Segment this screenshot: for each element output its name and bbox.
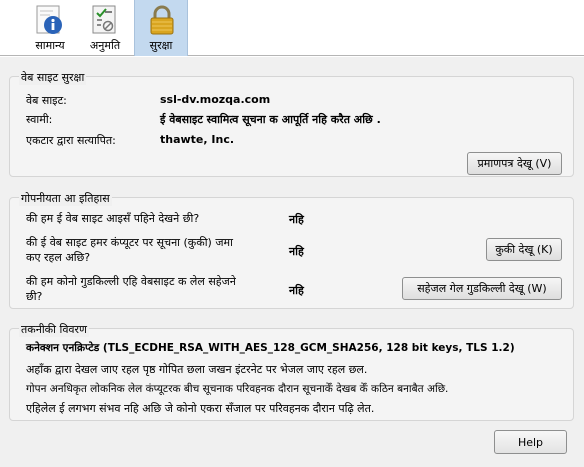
connection-info: कनेक्शन एनक्रिप्टेड (TLS_ECDHE_RSA_WITH_… [26,342,515,354]
view-saved-passwords-button[interactable]: सहेजल गेल गुडकिल्ली देखू (W) [402,277,562,300]
tab-general-label: सामान्य [35,39,65,52]
verifier-label: एकटार द्वारा सत्यापित: [26,134,116,147]
website-identity-group: वेब साइट सुरक्षा वेब साइट: ssl-dv.mozqa.… [9,70,574,177]
cookies-answer: नहि [289,245,304,258]
privacy-history-title: गोपनीयता आ इतिहास [19,191,112,206]
permissions-icon [92,5,116,34]
lock-icon [150,5,174,35]
passwords-question-line1: की हम कोनो गुडकिल्ली एहि वेबसाइट क लेल स… [26,275,236,288]
tab-permissions[interactable]: अनुमति [78,0,132,56]
toolbar: सामान्य अनुमति सुरक्षा [0,0,584,56]
website-identity-title: वेब साइट सुरक्षा [19,70,87,85]
verifier-value: thawte, Inc. [160,133,235,146]
tab-security[interactable]: सुरक्षा [134,0,188,56]
cookies-question-line2: कए रहल अछि? [26,251,91,264]
info-icon [36,5,62,34]
visited-question: की हम ई वेब साइट आइसँ पहिने देखने छी? [26,212,200,225]
view-certificate-button[interactable]: प्रमाणपत्र देखू (V) [467,152,562,175]
tech-detail-line3: एहिलेल ई लगभग संभव नहि अछि जे कोनो एकरा … [26,402,375,415]
owner-value: ई वेबसाइट स्वामित्व सूचना क आपूर्ति नहि … [160,113,381,126]
website-label: वेब साइट: [26,94,67,107]
tab-general[interactable]: सामान्य [23,0,77,56]
owner-label: स्वामी: [26,113,53,126]
website-value: ssl-dv.mozqa.com [160,93,271,106]
tab-permissions-label: अनुमति [89,39,121,52]
cookies-question-line1: की ई वेब साइट हमर कंप्यूटर पर सूचना (कुक… [26,236,233,249]
tech-detail-line2: गोपन अनधिकृत लोकनिक लेल कंप्यूटरक बीच सू… [26,383,449,395]
passwords-question-line2: छी? [26,290,43,303]
tech-detail-line1: अहाँक द्वारा देखल जाए रहल पृष्ठ गोपित छल… [26,363,368,376]
passwords-answer: नहि [289,284,304,297]
tab-security-label: सुरक्षा [149,39,173,52]
visited-answer: नहि [289,213,304,226]
help-button[interactable]: Help [494,430,567,454]
technical-details-group: तकनीकी विवरण कनेक्शन एनक्रिप्टेड (TLS_EC… [9,322,574,421]
technical-details-title: तकनीकी विवरण [19,322,89,337]
security-panel: वेब साइट सुरक्षा वेब साइट: ssl-dv.mozqa.… [0,57,584,467]
view-cookies-button[interactable]: कुकी देखू (K) [486,238,562,261]
privacy-history-group: गोपनीयता आ इतिहास की हम ई वेब साइट आइसँ … [9,191,574,309]
